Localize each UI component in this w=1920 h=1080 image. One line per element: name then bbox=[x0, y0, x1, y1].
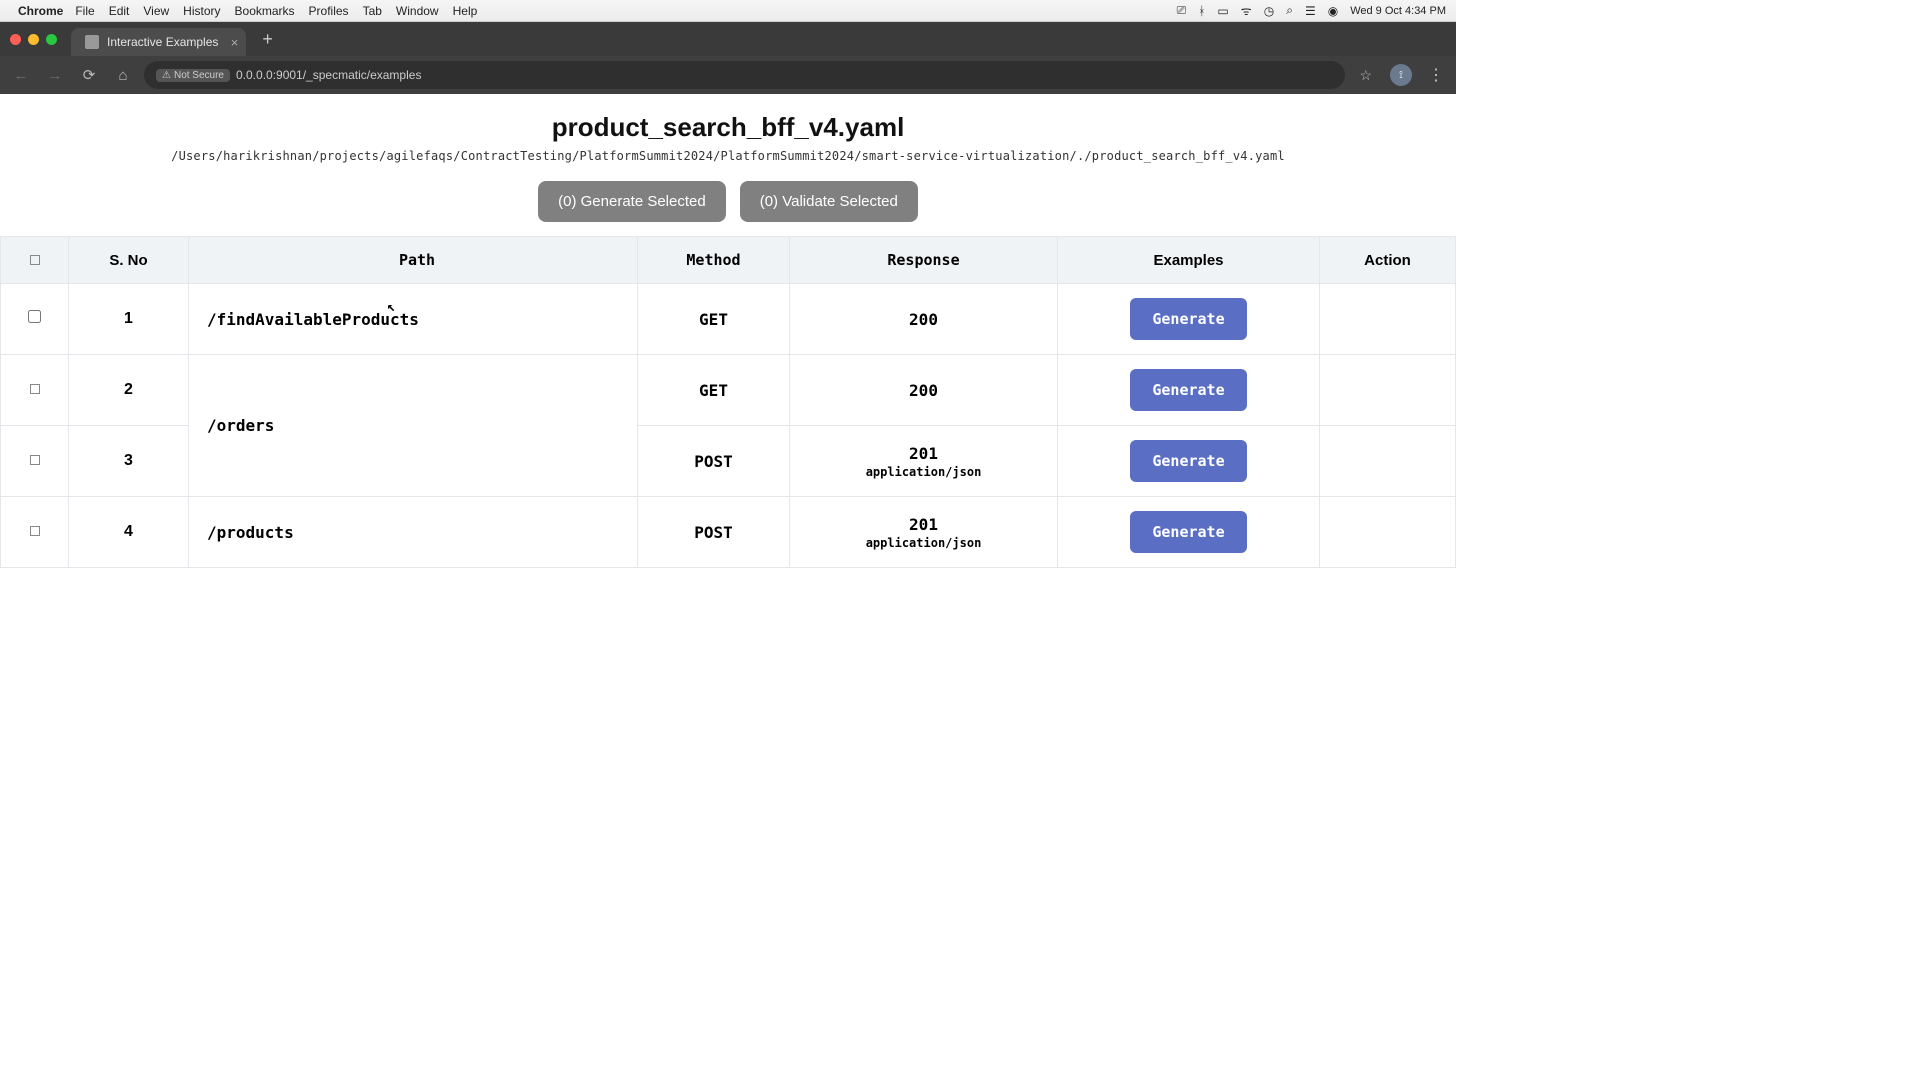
forward-button[interactable]: → bbox=[42, 62, 68, 88]
menu-file[interactable]: File bbox=[75, 4, 94, 18]
bluetooth-icon[interactable]: ᚼ bbox=[1198, 4, 1205, 18]
header-checkbox[interactable] bbox=[1, 237, 69, 284]
menu-help[interactable]: Help bbox=[453, 4, 478, 18]
battery-icon[interactable]: ▭ bbox=[1217, 4, 1228, 18]
menu-window[interactable]: Window bbox=[396, 4, 439, 18]
page-title: product_search_bff_v4.yaml bbox=[0, 112, 1456, 143]
window-close-icon[interactable] bbox=[10, 34, 21, 45]
row-sno: 1 bbox=[69, 284, 189, 355]
menu-tab[interactable]: Tab bbox=[363, 4, 382, 18]
row-response: 201 bbox=[909, 444, 938, 463]
security-label: Not Secure bbox=[174, 70, 224, 81]
row-response-sub: application/json bbox=[800, 536, 1047, 550]
warning-icon: ⚠ bbox=[162, 70, 171, 81]
reload-button[interactable]: ⟳ bbox=[76, 62, 102, 88]
row-response-sub: application/json bbox=[800, 465, 1047, 479]
tab-close-icon[interactable]: × bbox=[231, 35, 239, 50]
header-method: Method bbox=[638, 237, 790, 284]
generate-selected-button[interactable]: (0) Generate Selected bbox=[538, 181, 726, 222]
browser-tab[interactable]: Interactive Examples × bbox=[71, 28, 246, 56]
generate-button[interactable]: Generate bbox=[1130, 440, 1246, 482]
macos-menubar: Chrome File Edit View History Bookmarks … bbox=[0, 0, 1456, 22]
window-controls bbox=[10, 34, 57, 45]
browser-tabstrip: Interactive Examples × + bbox=[0, 22, 1456, 56]
wifi-icon[interactable]: ᯤ bbox=[1241, 2, 1252, 19]
row-checkbox[interactable] bbox=[30, 455, 40, 465]
header-sno: S. No bbox=[69, 237, 189, 284]
row-action bbox=[1320, 355, 1456, 426]
header-examples: Examples bbox=[1058, 237, 1320, 284]
menu-edit[interactable]: Edit bbox=[109, 4, 130, 18]
profile-avatar[interactable]: ⟟ bbox=[1390, 64, 1412, 86]
menu-bookmarks[interactable]: Bookmarks bbox=[235, 4, 295, 18]
row-action bbox=[1320, 284, 1456, 355]
row-sno: 3 bbox=[69, 426, 189, 497]
tab-title: Interactive Examples bbox=[107, 35, 218, 49]
row-checkbox[interactable] bbox=[28, 310, 41, 323]
validate-selected-button[interactable]: (0) Validate Selected bbox=[740, 181, 918, 222]
row-sno: 4 bbox=[69, 497, 189, 568]
menubar-clock[interactable]: Wed 9 Oct 4:34 PM bbox=[1350, 5, 1446, 17]
file-path: /Users/harikrishnan/projects/agilefaqs/C… bbox=[0, 149, 1456, 163]
examples-table: S. No Path Method Response Examples Acti… bbox=[0, 236, 1456, 568]
window-minimize-icon[interactable] bbox=[28, 34, 39, 45]
menu-history[interactable]: History bbox=[183, 4, 220, 18]
row-response: 200 bbox=[790, 355, 1058, 426]
page-content: product_search_bff_v4.yaml /Users/harikr… bbox=[0, 94, 1456, 568]
airplay-icon[interactable]: ⎚ bbox=[1177, 3, 1187, 18]
row-method: GET bbox=[638, 284, 790, 355]
browser-menu-icon[interactable]: ⋮ bbox=[1424, 65, 1448, 85]
bookmark-star-icon[interactable]: ☆ bbox=[1353, 67, 1378, 84]
clock-icon[interactable]: ◷ bbox=[1264, 4, 1274, 18]
row-response: 200 bbox=[790, 284, 1058, 355]
header-action: Action bbox=[1320, 237, 1456, 284]
table-row: 2 /orders GET 200 Generate bbox=[1, 355, 1456, 426]
address-bar[interactable]: ⚠Not Secure 0.0.0.0:9001/_specmatic/exam… bbox=[144, 61, 1345, 89]
row-action bbox=[1320, 497, 1456, 568]
row-checkbox[interactable] bbox=[30, 384, 40, 394]
table-row: 4 /products POST 201 application/json Gen… bbox=[1, 497, 1456, 568]
table-row: 1 /findAvailableProducts↖ GET 200 Genera… bbox=[1, 284, 1456, 355]
security-badge[interactable]: ⚠Not Secure bbox=[156, 69, 230, 82]
row-path: /findAvailableProducts bbox=[207, 310, 419, 329]
home-button[interactable]: ⌂ bbox=[110, 62, 136, 88]
url-text: 0.0.0.0:9001/_specmatic/examples bbox=[236, 68, 421, 82]
new-tab-button[interactable]: + bbox=[256, 29, 279, 50]
row-path: /orders bbox=[207, 416, 274, 435]
generate-button[interactable]: Generate bbox=[1130, 369, 1246, 411]
menu-profiles[interactable]: Profiles bbox=[309, 4, 349, 18]
select-all-checkbox[interactable] bbox=[30, 255, 40, 265]
row-method: POST bbox=[638, 497, 790, 568]
row-method: GET bbox=[638, 355, 790, 426]
row-checkbox[interactable] bbox=[30, 526, 40, 536]
app-name[interactable]: Chrome bbox=[18, 4, 63, 18]
siri-icon[interactable]: ◉ bbox=[1328, 4, 1338, 18]
favicon-icon bbox=[85, 35, 99, 49]
row-response: 201 bbox=[909, 515, 938, 534]
generate-button[interactable]: Generate bbox=[1130, 511, 1246, 553]
header-response: Response bbox=[790, 237, 1058, 284]
back-button[interactable]: ← bbox=[8, 62, 34, 88]
search-icon[interactable]: ⌕ bbox=[1286, 3, 1293, 18]
row-action bbox=[1320, 426, 1456, 497]
control-center-icon[interactable]: ☰ bbox=[1305, 4, 1316, 18]
generate-button[interactable]: Generate bbox=[1130, 298, 1246, 340]
menu-view[interactable]: View bbox=[143, 4, 169, 18]
row-path: /products bbox=[207, 523, 294, 542]
browser-toolbar: ← → ⟳ ⌂ ⚠Not Secure 0.0.0.0:9001/_specma… bbox=[0, 56, 1456, 94]
row-sno: 2 bbox=[69, 355, 189, 426]
row-method: POST bbox=[638, 426, 790, 497]
header-path: Path bbox=[189, 237, 638, 284]
window-zoom-icon[interactable] bbox=[46, 34, 57, 45]
